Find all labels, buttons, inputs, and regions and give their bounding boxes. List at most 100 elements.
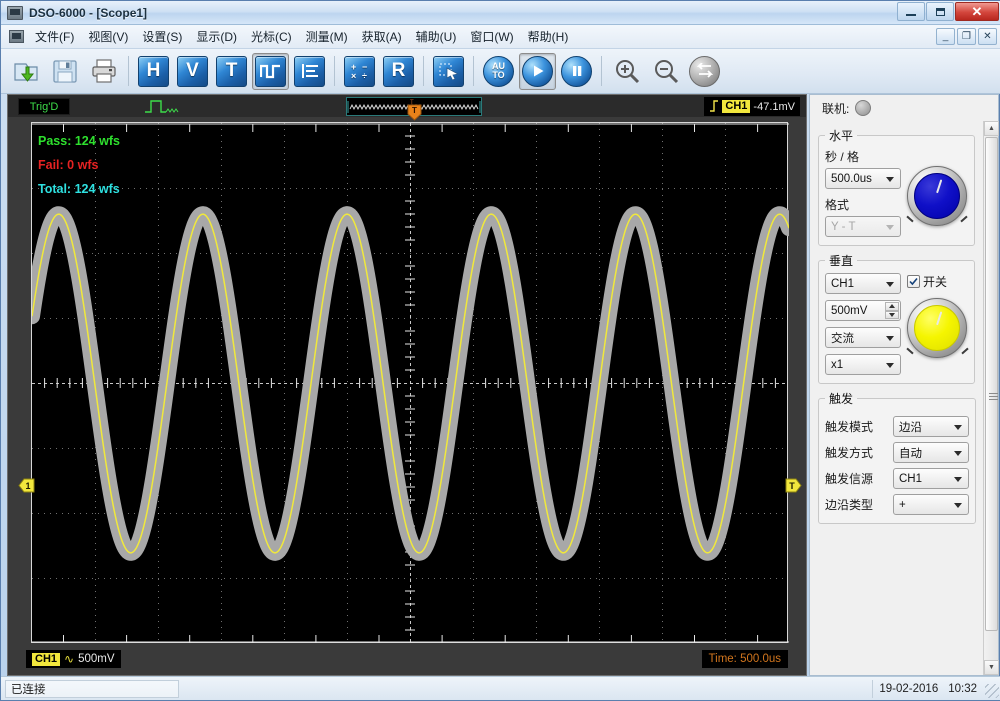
pause-icon: [561, 55, 592, 87]
sec-per-div-combo[interactable]: 500.0us: [825, 168, 901, 189]
trigger-position-marker[interactable]: T: [407, 104, 422, 121]
scroll-thumb[interactable]: [985, 137, 998, 631]
total-count-label: Total: 124 wfs: [38, 182, 120, 196]
channel-enable-label: 开关: [923, 275, 948, 289]
menu-bar: 文件(F) 视图(V) 设置(S) 显示(D) 光标(C) 测量(M) 获取(A…: [1, 25, 1000, 49]
sec-per-div-label: 秒 / 格: [825, 150, 860, 164]
channel-enable-checkbox[interactable]: 开关: [907, 273, 968, 290]
save-button[interactable]: [46, 53, 83, 90]
knob-tick-right-icon: [961, 347, 969, 355]
horizontal-button[interactable]: H: [135, 53, 172, 90]
trigger-source-combo[interactable]: CH1: [893, 468, 969, 489]
coupling-value: 交流: [831, 332, 854, 345]
trigger-mode-label: 触发模式: [825, 420, 874, 434]
math-button[interactable]: + − × ÷: [341, 53, 378, 90]
chevron-down-icon: [886, 281, 894, 287]
menu-item-setting[interactable]: 设置(S): [135, 25, 189, 48]
menu-item-file[interactable]: 文件(F): [28, 25, 81, 48]
trigger-edge-combo[interactable]: +: [893, 494, 969, 515]
trigger-icon: T: [216, 55, 247, 87]
mdi-restore-button[interactable]: ❐: [957, 28, 976, 45]
print-button[interactable]: [85, 53, 122, 90]
status-bar: 已连接 19-02-2016 10:32: [1, 676, 1000, 700]
zoom-out-icon: [650, 56, 681, 87]
trigger-level-marker[interactable]: T: [785, 478, 802, 493]
triangle-down-icon: [889, 312, 895, 317]
run-button[interactable]: [519, 52, 556, 90]
scroll-down-button[interactable]: ▼: [984, 660, 999, 675]
zoom-out-button[interactable]: [647, 53, 684, 90]
close-icon: ✕: [971, 3, 983, 19]
vertical-knob-wrap: [906, 298, 969, 358]
trigger-level-value: -47.1mV: [753, 100, 795, 113]
vertical-position-knob[interactable]: [907, 298, 967, 358]
menu-item-measure[interactable]: 测量(M): [299, 25, 355, 48]
channel-1-position-marker[interactable]: 1: [18, 478, 35, 493]
menu-item-utility[interactable]: 辅助(U): [409, 25, 464, 48]
probe-attenuation-value: x1: [831, 358, 844, 371]
resize-grip-icon[interactable]: [985, 684, 999, 698]
trigger-mode-combo[interactable]: 边沿: [893, 416, 969, 437]
pause-button[interactable]: [558, 53, 595, 90]
trigger-source-value: CH1: [899, 472, 923, 485]
reference-button[interactable]: R: [380, 53, 417, 90]
window-controls: ✕: [897, 2, 999, 21]
spinner-down-button[interactable]: [885, 310, 899, 319]
volts-per-div-spinner[interactable]: 500mV: [825, 300, 901, 321]
menu-item-help[interactable]: 帮助(H): [521, 25, 576, 48]
menu-item-view[interactable]: 视图(V): [81, 25, 135, 48]
coupling-combo[interactable]: 交流: [825, 327, 901, 348]
trigger-level-indicator: CH1 -47.1mV: [704, 97, 800, 116]
trigger-mode-row: 触发模式 边沿: [825, 416, 969, 437]
menu-item-display[interactable]: 显示(D): [189, 25, 244, 48]
waveform-button[interactable]: [252, 52, 289, 90]
vertical-knob-face: [914, 305, 960, 351]
waveform-icon: [255, 55, 286, 87]
horizontal-position-knob[interactable]: [907, 166, 967, 226]
probe-attenuation-combo[interactable]: x1: [825, 354, 901, 375]
measure-button[interactable]: [291, 53, 328, 90]
chevron-down-icon: [954, 424, 962, 430]
mdi-close-button[interactable]: ✕: [978, 28, 997, 45]
menu-item-window[interactable]: 窗口(W): [463, 25, 520, 48]
format-combo[interactable]: Y - T: [825, 216, 901, 237]
knob-tick-right-icon: [960, 215, 968, 223]
zoom-in-icon: [611, 56, 642, 87]
channel-select-combo[interactable]: CH1: [825, 273, 901, 294]
scope-bottom-bar: CH1 ∿ 500mV Time: 500.0us: [8, 645, 806, 675]
menu-item-cursor[interactable]: 光标(C): [244, 25, 299, 48]
waveform-trace: [32, 206, 789, 561]
rising-edge-icon: [709, 99, 719, 115]
spinner-buttons: [885, 302, 899, 319]
measure-icon: [294, 55, 325, 87]
close-button[interactable]: ✕: [955, 2, 999, 21]
vertical-group-title: 垂直: [829, 254, 854, 268]
scroll-up-button[interactable]: ▲: [984, 121, 999, 136]
chevron-down-icon: [954, 502, 962, 508]
zoom-in-button[interactable]: [608, 53, 645, 90]
mdi-controls: _ ❐ ✕: [936, 28, 997, 45]
auto-button[interactable]: AU TO: [480, 53, 517, 90]
waveform-display[interactable]: Pass: 124 wfs Fail: 0 wfs Total: 124 wfs: [31, 122, 789, 643]
minimize-button[interactable]: [897, 2, 925, 21]
trigger-button[interactable]: T: [213, 53, 250, 90]
spinner-up-button[interactable]: [885, 302, 899, 311]
vertical-button[interactable]: V: [174, 53, 211, 90]
swap-button[interactable]: [686, 53, 723, 90]
menu-item-acquire[interactable]: 获取(A): [355, 25, 409, 48]
channel-select-value: CH1: [831, 277, 855, 290]
trigger-edge-value: +: [899, 498, 906, 511]
trigger-sweep-combo[interactable]: 自动: [893, 442, 969, 463]
toolbar-separator: [473, 56, 474, 86]
vertical-icon: V: [177, 55, 208, 87]
toolbar: H V T + − × ÷ R AU TO: [1, 49, 1000, 94]
title-bar: DSO-6000 - [Scope1] ✕: [1, 1, 1000, 25]
open-button[interactable]: [7, 53, 44, 90]
maximize-button[interactable]: [926, 2, 954, 21]
cursor-button[interactable]: [430, 53, 467, 90]
panel-scrollbar[interactable]: ▲ ▼: [983, 121, 999, 675]
channel-status-indicator[interactable]: CH1 ∿ 500mV: [26, 650, 121, 668]
fail-count-label: Fail: 0 wfs: [38, 158, 99, 172]
datetime-status: 19-02-2016 10:32: [872, 679, 983, 698]
mdi-minimize-button[interactable]: _: [936, 28, 955, 45]
